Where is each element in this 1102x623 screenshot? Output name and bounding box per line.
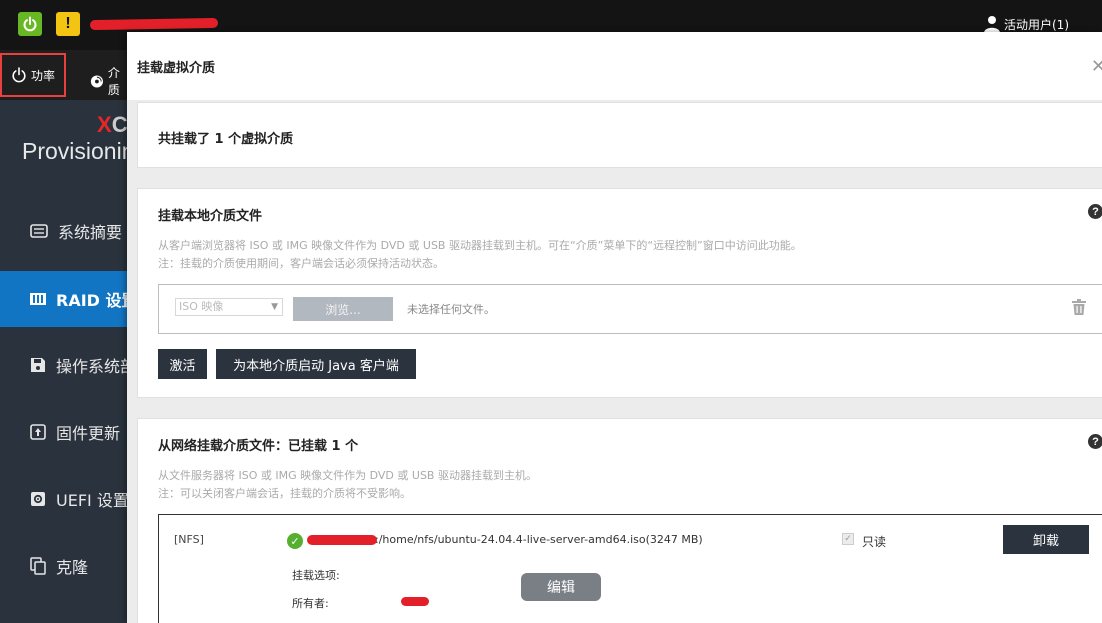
user-icon <box>984 16 1000 33</box>
browse-button[interactable]: 浏览... <box>293 297 393 321</box>
help-icon[interactable]: ? <box>1088 434 1102 449</box>
mounted-media-entry: [NFS] ✓ :/home/nfs/ubuntu-24.04.4-live-s… <box>158 514 1102 623</box>
launch-java-client-button[interactable]: 为本地介质启动 Java 客户端 <box>216 349 416 379</box>
dialog-title: 挂载虚拟介质 <box>137 60 216 76</box>
media-type-select[interactable]: ISO 映像 ▼ <box>175 298 283 316</box>
network-media-hint: 从文件服务器将 ISO 或 IMG 映像文件作为 DVD 或 USB 驱动器挂载… <box>158 469 537 482</box>
mount-options-label: 挂载选项: <box>292 569 340 582</box>
local-media-card: 挂载本地介质文件 ? 从客户端浏览器将 ISO 或 IMG 映像文件作为 DVD… <box>137 188 1102 398</box>
sidebar-item-label: 固件更新 <box>56 424 121 443</box>
summary-icon <box>30 224 48 238</box>
network-media-card: 从网络挂载介质文件：已挂载 1 个 ? 从文件服务器将 ISO 或 IMG 映像… <box>137 418 1102 623</box>
sidebar: XC Provisioning 系统摘要 RAID 设置 操作系统部署 固件更新… <box>0 100 130 623</box>
brand-subtitle: Provisioning <box>22 138 130 164</box>
close-icon[interactable]: ✕ <box>1091 56 1102 77</box>
local-media-title: 挂载本地介质文件 <box>158 209 263 224</box>
sidebar-item-uefi[interactable]: UEFI 设置 <box>0 471 130 527</box>
media-menu-button[interactable]: 介质 <box>90 64 130 98</box>
sidebar-item-label: 操作系统部署 <box>56 357 130 376</box>
unmount-button[interactable]: 卸载 <box>1003 525 1089 554</box>
network-media-note: 注：可以关闭客户端会话，挂载的介质将不受影响。 <box>158 487 411 500</box>
local-file-picker: ISO 映像 ▼ 浏览... 未选择任何文件。 <box>158 284 1102 334</box>
disc-icon <box>90 74 103 88</box>
check-circle-icon: ✓ <box>287 533 303 549</box>
sidebar-item-raid[interactable]: RAID 设置 <box>0 271 130 327</box>
redacted-host-name <box>89 17 219 31</box>
readonly-checkbox[interactable]: ✓ <box>842 533 854 545</box>
sidebar-item-os-deploy[interactable]: 操作系统部署 <box>0 337 130 393</box>
local-media-note: 注：挂载的介质使用期间，客户端会话必须保持活动状态。 <box>158 257 444 270</box>
media-path: :/home/nfs/ubuntu-24.04.4-live-server-am… <box>375 533 703 546</box>
owner-label: 所有者: <box>292 597 329 610</box>
media-type-value: ISO 映像 <box>179 300 224 313</box>
dialog-body: 共挂载了 1 个虚拟介质 挂载本地介质文件 ? 从客户端浏览器将 ISO 或 I… <box>127 100 1102 623</box>
mounted-summary-text: 共挂载了 1 个虚拟介质 <box>158 132 294 147</box>
power-menu-label: 功率 <box>30 68 55 83</box>
edit-button[interactable]: 编辑 <box>521 573 601 601</box>
power-status-icon[interactable] <box>18 12 42 36</box>
mounted-summary-card: 共挂载了 1 个虚拟介质 <box>137 102 1102 168</box>
activate-button[interactable]: 激活 <box>158 349 207 379</box>
active-users-label: 活动用户(1) <box>1004 17 1069 32</box>
raid-icon <box>30 293 46 305</box>
power-menu-button[interactable]: 功率 <box>0 53 66 97</box>
active-users[interactable]: 活动用户(1) <box>984 15 1069 33</box>
redacted-owner <box>401 597 429 606</box>
brand-logo: XC <box>97 112 128 137</box>
sidebar-item-label: UEFI 设置 <box>56 491 129 510</box>
sidebar-item-clone[interactable]: 克隆 <box>0 538 130 594</box>
local-media-hint: 从客户端浏览器将 ISO 或 IMG 映像文件作为 DVD 或 USB 驱动器挂… <box>158 239 802 252</box>
gear-icon <box>31 492 45 506</box>
mount-virtual-media-dialog: 挂载虚拟介质 ✕ 共挂载了 1 个虚拟介质 挂载本地介质文件 ? 从客户端浏览器… <box>127 32 1102 623</box>
trash-icon[interactable] <box>1072 299 1086 315</box>
sidebar-item-system-summary[interactable]: 系统摘要 <box>0 203 130 259</box>
clone-icon <box>30 557 46 575</box>
power-icon <box>12 67 26 83</box>
readonly-label: 只读 <box>862 535 887 549</box>
firmware-icon <box>30 424 46 440</box>
sidebar-item-firmware[interactable]: 固件更新 <box>0 404 130 460</box>
help-icon[interactable]: ? <box>1088 204 1102 219</box>
network-media-title: 从网络挂载介质文件：已挂载 1 个 <box>158 439 359 454</box>
warning-icon[interactable]: ! <box>56 12 80 36</box>
redacted-server-address <box>307 535 377 545</box>
sidebar-item-label: 克隆 <box>56 558 89 577</box>
sidebar-item-label: RAID 设置 <box>56 291 130 310</box>
save-icon <box>31 358 45 372</box>
chevron-down-icon: ▼ <box>271 302 278 312</box>
no-file-selected-text: 未选择任何文件。 <box>407 303 495 316</box>
toolbar: 功率 介质 <box>0 50 130 100</box>
sidebar-item-label: 系统摘要 <box>58 223 123 242</box>
protocol-tag: [NFS] <box>174 533 204 546</box>
